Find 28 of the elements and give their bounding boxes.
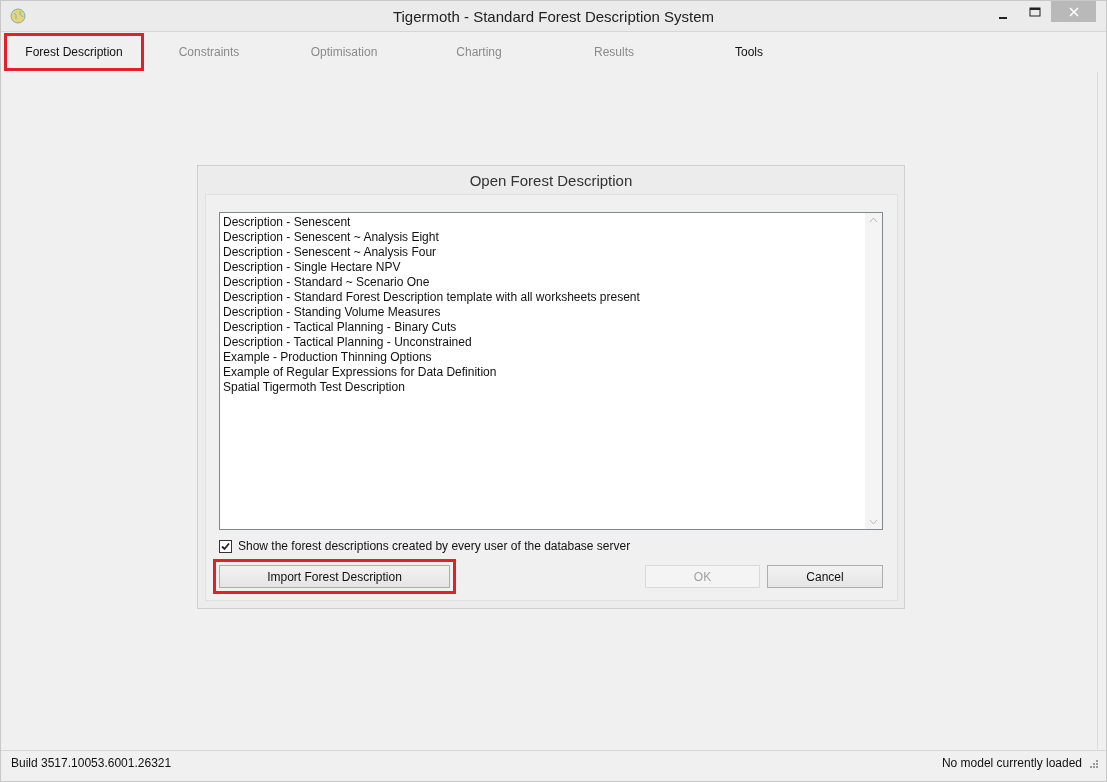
checkbox[interactable]: [219, 539, 232, 553]
list-item[interactable]: Example of Regular Expressions for Data Definition: [223, 365, 862, 380]
dialog-button[interactable]: Import Forest Description: [219, 565, 450, 588]
list-item[interactable]: Description - Standard Forest Description template with all worksheets present: [223, 290, 862, 305]
checkbox-label: Show the forest descriptions created by every user of the database server: [238, 539, 631, 553]
minimize-icon: [999, 16, 1007, 19]
scrollbar[interactable]: [865, 213, 882, 529]
list-item[interactable]: Description - Single Hectare NPV: [223, 260, 862, 275]
maximize-icon: [1029, 6, 1041, 17]
list-item[interactable]: Description - Senescent ~ Analysis Eight: [223, 230, 862, 245]
globe-icon: [10, 8, 26, 24]
window-title: Tigermoth - Standard Forest Description System: [392, 8, 715, 25]
list-item[interactable]: Description - Standing Volume Measures: [223, 305, 862, 320]
list-item[interactable]: Description - Tactical Planning - Unconstrained: [223, 335, 862, 350]
resize-grip-icon[interactable]: [1088, 758, 1098, 768]
dialog-title: Open Forest Description: [468, 171, 634, 191]
list-item[interactable]: Example - Production Thinning Options: [223, 350, 862, 365]
list-item[interactable]: Description - Standard ~ Scenario One: [223, 275, 862, 290]
list-item[interactable]: Description - Senescent: [223, 215, 862, 230]
close-icon: [1068, 6, 1079, 17]
tab[interactable]: Forest Description: [9, 38, 139, 66]
list-item[interactable]: Spatial Tigermoth Test Description: [223, 380, 862, 395]
list-item[interactable]: Description - Tactical Planning - Binary Cuts: [223, 320, 862, 335]
tab[interactable]: Tools: [689, 38, 809, 66]
list-item[interactable]: Description - Senescent ~ Analysis Four: [223, 245, 862, 260]
dialog-button[interactable]: Cancel: [767, 565, 883, 588]
status-text: No model currently loaded: [941, 756, 1082, 770]
build-number: Build 3517.10053.6001.26321: [11, 756, 172, 770]
